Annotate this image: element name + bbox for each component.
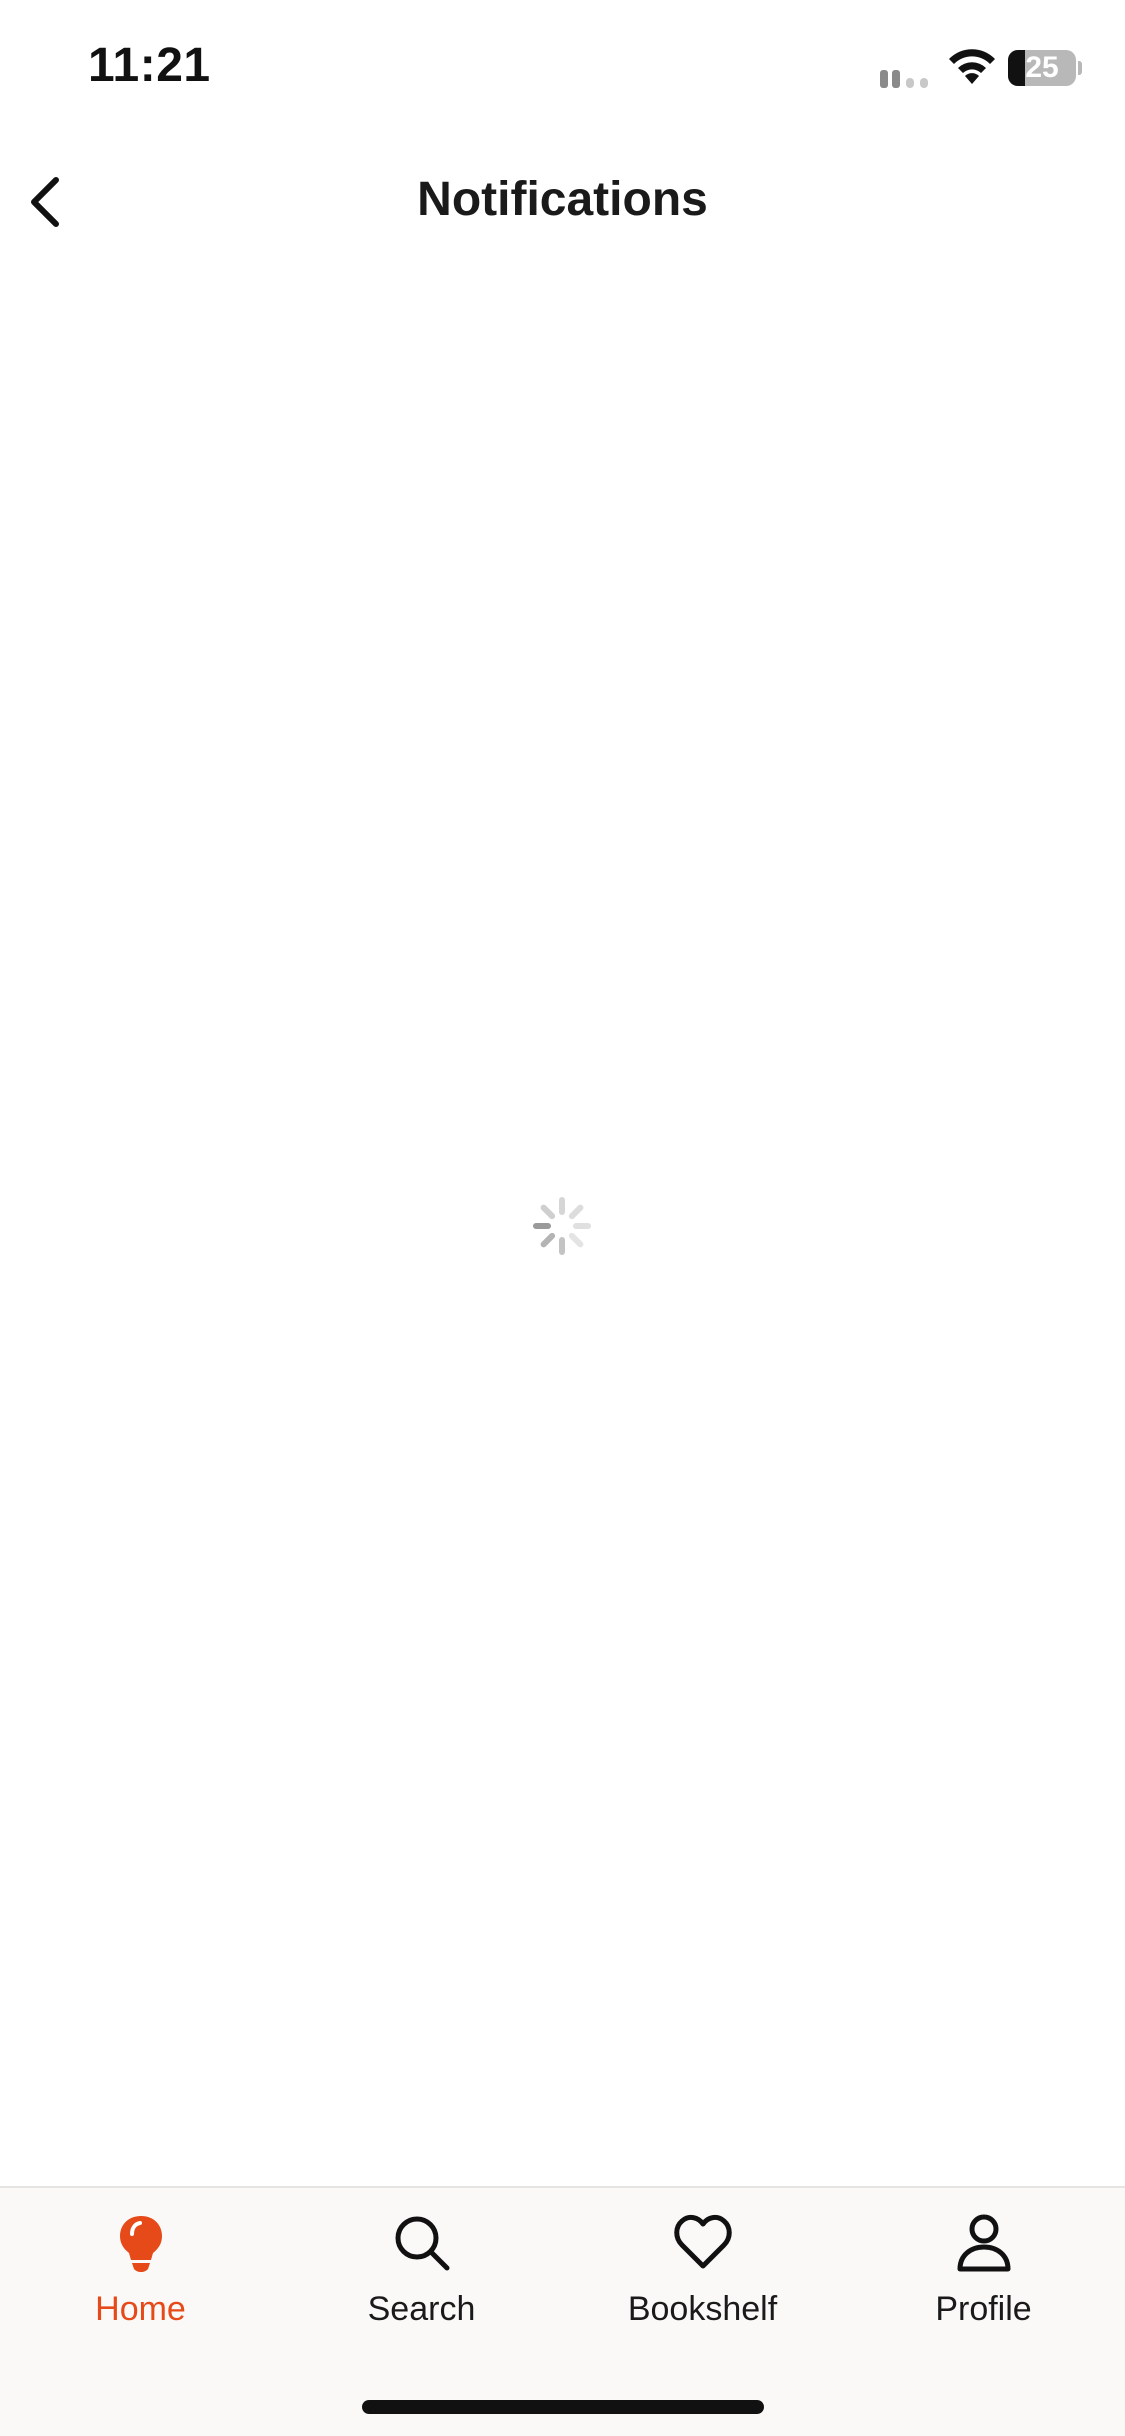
status-time: 11:21	[88, 39, 211, 92]
loading-spinner-icon	[533, 1197, 591, 1255]
search-icon	[395, 2216, 450, 2271]
tab-label-profile: Profile	[935, 2290, 1032, 2328]
heart-icon	[674, 2214, 732, 2269]
tab-label-search: Search	[367, 2290, 476, 2328]
tab-label-bookshelf: Bookshelf	[627, 2290, 778, 2328]
notifications-screen: 11:21 25 Notifications Home Search Books…	[0, 0, 1125, 2436]
tab-bar: Home Search Bookshelf Profile	[0, 2186, 1125, 2436]
nav-header: Notifications	[0, 140, 1125, 260]
cellular-signal-icon	[880, 70, 928, 88]
home-indicator	[362, 2400, 764, 2414]
lightbulb-icon	[120, 2216, 162, 2272]
person-icon	[957, 2214, 1011, 2272]
page-title: Notifications	[417, 173, 708, 226]
status-bar: 11:21 25	[0, 0, 1125, 140]
tab-label-home: Home	[95, 2290, 186, 2328]
wifi-icon	[949, 49, 995, 84]
battery-icon: 25	[1008, 50, 1082, 86]
tab-profile[interactable]: Profile	[843, 2188, 1124, 2348]
battery-percent: 25	[1025, 51, 1059, 84]
tab-search[interactable]: Search	[281, 2188, 562, 2348]
tab-home[interactable]: Home	[0, 2188, 281, 2348]
tab-bookshelf[interactable]: Bookshelf	[562, 2188, 843, 2348]
